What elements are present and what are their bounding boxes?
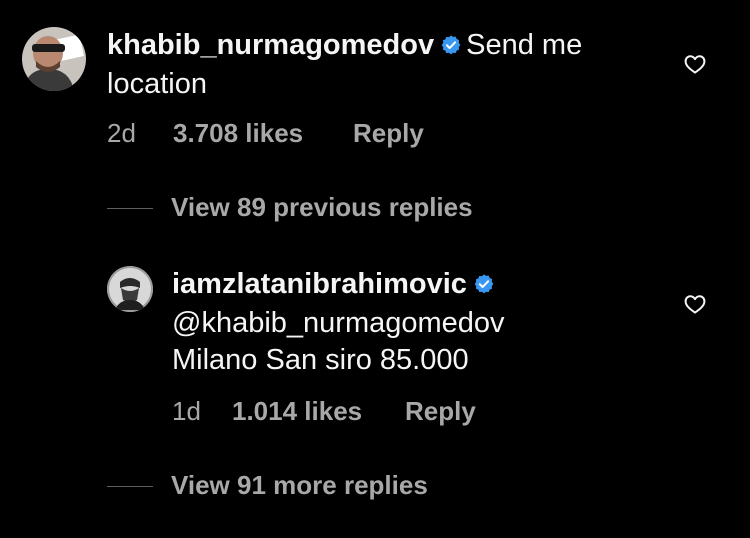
- view-previous-replies-label: View 89 previous replies: [171, 192, 473, 222]
- comment-khabib: khabib_nurmagomedov Send me location: [107, 27, 667, 103]
- reply-button[interactable]: Reply: [405, 396, 476, 427]
- view-previous-replies-button[interactable]: View 89 previous replies: [107, 192, 527, 224]
- replies-divider-line: [107, 486, 153, 487]
- mention-link[interactable]: @khabib_nurmagomedov: [172, 307, 505, 339]
- avatar-zlatan[interactable]: [107, 266, 153, 312]
- avatar-khabib-image: [22, 27, 86, 91]
- view-more-replies-label: View 91 more replies: [171, 470, 428, 500]
- likes-count[interactable]: 1.014 likes: [232, 396, 362, 427]
- comment-zlatan: iamzlatanibrahimovic @khabib_nurmagomedov…: [172, 266, 652, 379]
- comment-text-line1: Send me: [466, 29, 583, 61]
- like-comment-zlatan-button[interactable]: [683, 292, 707, 316]
- comment-text: Milano San siro 85.000: [172, 344, 469, 376]
- replies-divider-line: [107, 208, 153, 209]
- comment-khabib-meta: 2d 3.708 likes Reply: [107, 118, 507, 150]
- view-more-replies-button[interactable]: View 91 more replies: [107, 470, 507, 502]
- comment-zlatan-meta: 1d 1.014 likes Reply: [172, 396, 532, 428]
- comment-time: 2d: [107, 118, 136, 148]
- verified-badge-icon: [473, 268, 495, 305]
- username-zlatan[interactable]: iamzlatanibrahimovic: [172, 268, 467, 300]
- comment-thread: { "comments": [ { "username": "khabib_nu…: [0, 0, 750, 538]
- like-comment-khabib-button[interactable]: [683, 52, 707, 76]
- likes-count[interactable]: 3.708 likes: [173, 118, 303, 149]
- reply-button[interactable]: Reply: [353, 118, 424, 149]
- heart-outline-icon: [684, 295, 706, 314]
- avatar-khabib[interactable]: [22, 27, 86, 91]
- avatar-zlatan-image: [107, 266, 153, 312]
- comment-text-line2: location: [107, 68, 207, 100]
- username-khabib[interactable]: khabib_nurmagomedov: [107, 29, 434, 61]
- comment-time: 1d: [172, 396, 201, 426]
- verified-badge-icon: [440, 29, 462, 66]
- heart-outline-icon: [684, 55, 706, 74]
